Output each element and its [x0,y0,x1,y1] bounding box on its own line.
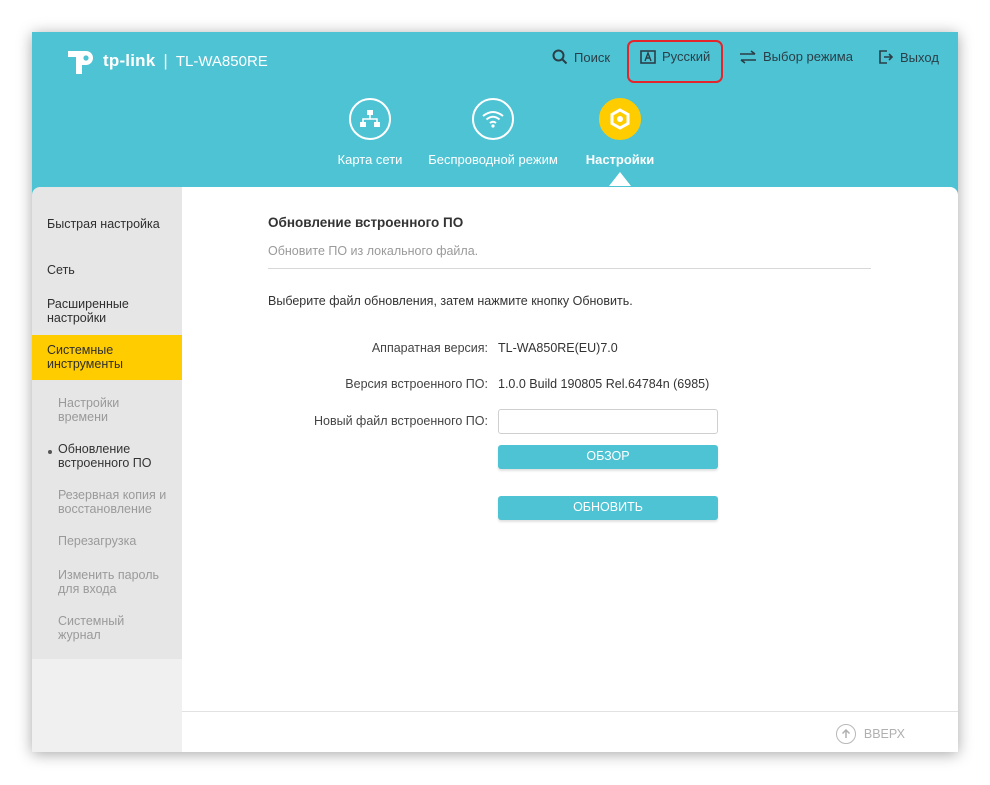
hardware-version-value: TL-WA850RE(EU)7.0 [498,341,618,355]
tab-settings[interactable]: Настройки [580,98,660,167]
swap-arrows-icon [739,49,757,64]
search-label: Поиск [574,49,611,65]
sidebar-item-network[interactable]: Сеть [47,263,75,277]
language-icon [640,49,656,64]
tab-network-map-label: Карта сети [337,152,403,167]
mode-select-label: Выбор режима [763,49,853,64]
sidebar-item-system-log[interactable]: Системный журнал [58,614,148,642]
section-subtitle: Обновите ПО из локального файла. [268,244,479,258]
sidebar-item-backup-restore[interactable]: Резервная копия и восстановление [58,488,178,516]
tab-network-map[interactable]: Карта сети [322,98,418,167]
search-icon [552,49,568,65]
search-link[interactable]: Поиск [552,49,610,65]
sidebar: Быстрая настройка Сеть Расширенные настр… [32,187,182,752]
sidebar-item-quick-setup[interactable]: Быстрая настройка [47,217,167,231]
arrow-up-icon [835,724,856,744]
settings-gear-icon [599,98,641,140]
tab-settings-label: Настройки [585,152,655,167]
update-button[interactable]: ОБНОВИТЬ [498,496,718,520]
logout-icon [878,49,894,65]
logout-label: Выход [900,49,939,65]
wifi-icon [472,98,514,140]
section-divider [268,268,871,269]
sidebar-item-system-tools[interactable]: Системные инструменты [47,343,167,371]
tp-link-logo-icon [65,44,99,78]
network-map-icon [349,98,391,140]
content-panel: Обновление встроенного ПО Обновите ПО из… [182,187,958,711]
model-name: TL-WA850RE [175,52,268,70]
brand-name: tp-link [103,51,156,70]
mode-select-link[interactable]: Выбор режима [739,49,853,64]
back-to-top-label: ВВЕРХ [863,727,905,741]
firmware-version-label: Версия встроенного ПО: [345,377,488,391]
new-firmware-label: Новый файл встроенного ПО: [313,414,488,428]
language-selector[interactable]: Русский [640,49,710,64]
firmware-version-value: 1.0.0 Build 190805 Rel.64784n (6985) [498,377,710,391]
browse-button[interactable]: ОБЗОР [498,445,718,469]
footer-bar: ВВЕРХ [182,711,958,752]
sidebar-item-time-settings[interactable]: Настройки времени [58,396,158,424]
section-title: Обновление встроенного ПО [268,215,464,230]
language-label: Русский [662,49,711,64]
logout-link[interactable]: Выход [878,49,939,65]
instruction-text: Выберите файл обновления, затем нажмите … [268,294,633,308]
hardware-version-label: Аппаратная версия: [371,341,488,355]
sidebar-item-firmware-upgrade[interactable]: Обновление встроенного ПО [58,442,168,470]
sidebar-item-change-password[interactable]: Изменить пароль для входа [58,568,168,596]
back-to-top-button[interactable]: ВВЕРХ [835,724,905,744]
active-tab-pointer [609,172,631,186]
brand-separator: | [163,51,168,70]
sidebar-item-advanced[interactable]: Расширенные настройки [47,297,167,325]
tab-wireless-label: Беспроводной режим [428,152,558,167]
sidebar-bottom-area [32,659,182,752]
tab-wireless[interactable]: Беспроводной режим [427,98,559,167]
logo: tp-link | TL-WA850RE [65,44,268,78]
sidebar-item-reboot[interactable]: Перезагрузка [58,534,136,548]
router-admin-window: tp-link | TL-WA850RE Поиск Русский Выбор… [32,32,958,752]
current-item-bullet [48,450,52,454]
firmware-file-input[interactable] [498,409,718,434]
